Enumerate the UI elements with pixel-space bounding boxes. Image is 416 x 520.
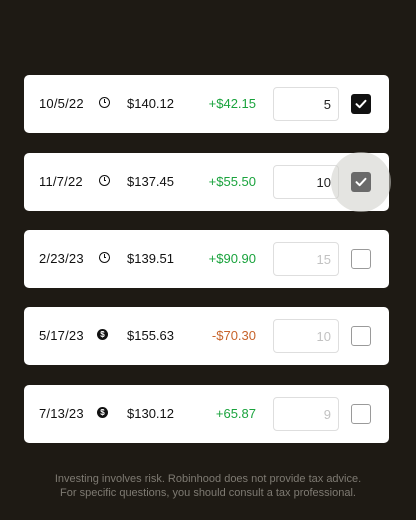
lot-price: $139.51 <box>127 251 174 266</box>
lot-quantity-input[interactable] <box>273 397 339 431</box>
tax-lot-row: 2/23/23 $139.51 +$90.90 <box>24 230 389 288</box>
lot-gain: +$42.15 <box>208 96 256 111</box>
tax-lot-row: 7/13/23 $ $130.12 +65.87 <box>24 385 389 443</box>
lot-date: 5/17/23 <box>39 328 84 343</box>
lot-select-checkbox[interactable] <box>351 404 371 424</box>
lot-gain: -$70.30 <box>211 328 256 343</box>
lot-quantity-input[interactable] <box>273 165 339 199</box>
lot-date: 10/5/22 <box>39 96 84 111</box>
lot-gain: +65.87 <box>215 406 256 421</box>
lot-gain: +$90.90 <box>208 251 256 266</box>
lot-select-checkbox[interactable] <box>351 249 371 269</box>
tax-lot-row: 5/17/23 $ $155.63 -$70.30 <box>24 307 389 365</box>
lot-date: 2/23/23 <box>39 251 84 266</box>
tax-lot-row: 11/7/22 $137.45 +$55.50 <box>24 152 391 212</box>
lot-date: 7/13/23 <box>39 406 84 421</box>
lot-quantity-input[interactable] <box>273 242 339 276</box>
disclaimer-line: For specific questions, you should consu… <box>60 487 356 499</box>
lot-select-checkbox[interactable] <box>351 326 371 346</box>
lot-price: $140.12 <box>127 96 174 111</box>
lot-price: $130.12 <box>127 406 174 421</box>
lot-price: $155.63 <box>127 328 174 343</box>
tax-disclaimer: Investing involves risk. Robinhood does … <box>0 472 416 500</box>
lot-quantity-input[interactable] <box>273 87 339 121</box>
checkmark-icon <box>355 99 367 109</box>
lot-price: $137.45 <box>127 174 174 189</box>
tax-lot-row: 10/5/22 $140.12 +$42.15 <box>24 75 389 133</box>
lot-gain: +$55.50 <box>208 174 256 189</box>
lot-date: 11/7/22 <box>39 174 83 189</box>
checkmark-icon <box>355 177 367 187</box>
lot-quantity-input[interactable] <box>273 319 339 353</box>
lot-select-checkbox[interactable] <box>351 172 371 192</box>
lot-select-checkbox[interactable] <box>351 94 371 114</box>
disclaimer-line: Investing involves risk. Robinhood does … <box>54 473 362 485</box>
